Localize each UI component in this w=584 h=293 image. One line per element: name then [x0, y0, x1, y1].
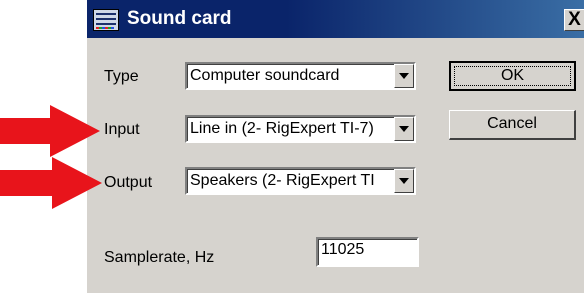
input-arrow-icon [0, 105, 100, 157]
output-label: Output [104, 174, 153, 191]
type-select[interactable]: Computer soundcard [185, 62, 416, 90]
chevron-down-icon [399, 126, 409, 132]
type-dropdown-button[interactable] [394, 64, 414, 88]
input-select[interactable]: Line in (2- RigExpert TI-7) [185, 115, 416, 143]
dialog-title: Sound card [127, 8, 232, 29]
samplerate-input[interactable]: 11025 [316, 237, 419, 267]
input-label: Input [104, 121, 140, 138]
type-select-value: Computer soundcard [190, 67, 340, 84]
ok-button-label: OK [500, 67, 525, 84]
title-bar[interactable]: Sound card [87, 0, 584, 38]
input-dropdown-button[interactable] [394, 117, 414, 141]
input-select-value: Line in (2- RigExpert TI-7) [190, 120, 374, 137]
output-select-value: Speakers (2- RigExpert TI [190, 172, 375, 189]
chevron-down-icon [399, 73, 409, 79]
cancel-button-label: Cancel [487, 115, 537, 132]
sound-card-icon [93, 9, 119, 31]
output-dropdown-button[interactable] [394, 169, 414, 193]
cancel-button[interactable]: Cancel [449, 110, 576, 140]
samplerate-label: Samplerate, Hz [104, 249, 215, 266]
output-select[interactable]: Speakers (2- RigExpert TI [185, 167, 416, 195]
chevron-down-icon [399, 178, 409, 184]
ok-button[interactable]: OK [449, 61, 576, 91]
type-label: Type [104, 68, 139, 85]
close-button[interactable]: X [564, 9, 584, 31]
sound-card-dialog: Sound card X Type Computer soundcard Inp… [86, 0, 584, 293]
output-arrow-icon [0, 157, 102, 209]
